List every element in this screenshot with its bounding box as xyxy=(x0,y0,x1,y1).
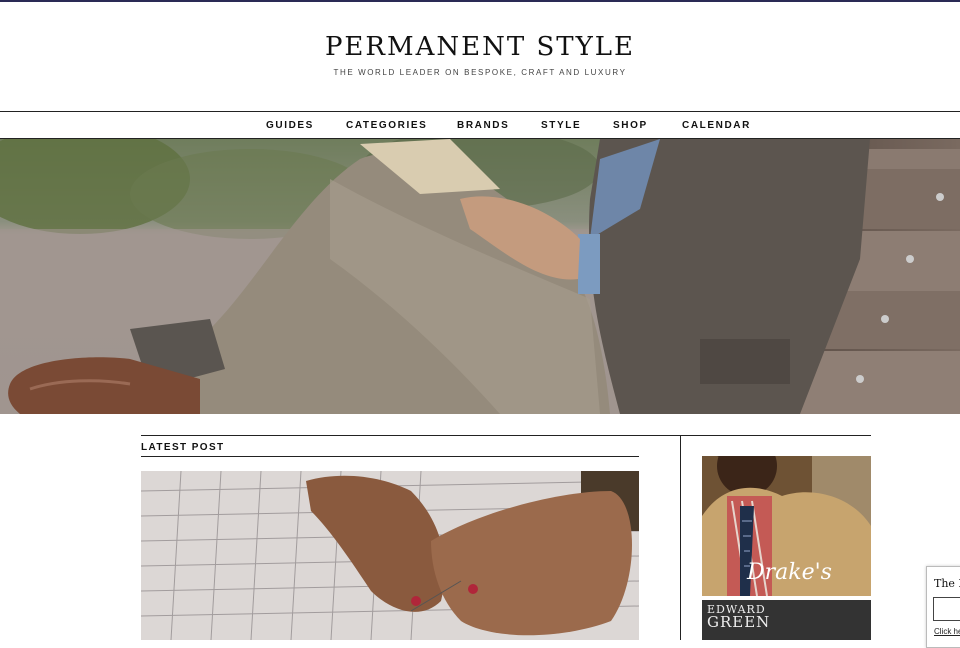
sidebar-ad-drakes[interactable]: Drake's xyxy=(702,456,871,596)
site-tagline: THE WORLD LEADER ON BESPOKE, CRAFT AND L… xyxy=(333,68,627,77)
edward-green-logo: EDWARD GREEN xyxy=(707,604,771,631)
latest-post-rule xyxy=(141,456,639,457)
main-nav: GUIDES CATEGORIES BRANDS STYLE SHOP CALE… xyxy=(0,111,960,139)
latest-post-image[interactable] xyxy=(141,471,639,640)
nav-item-categories[interactable]: CATEGORIES xyxy=(346,120,427,131)
nav-item-brands[interactable]: BRANDS xyxy=(457,120,509,131)
popup-link[interactable]: Click he xyxy=(934,627,960,636)
masthead: PERMANENT STYLE THE WORLD LEADER ON BESP… xyxy=(0,2,960,110)
drakes-logo: Drake's xyxy=(747,560,832,585)
content-top-rule xyxy=(141,435,871,436)
newsletter-popup: The P Click he xyxy=(926,566,960,648)
nav-item-guides[interactable]: GUIDES xyxy=(266,120,314,131)
nav-item-calendar[interactable]: CALENDAR xyxy=(682,120,751,131)
latest-post-heading: LATEST POST xyxy=(141,442,225,453)
nav-item-shop[interactable]: SHOP xyxy=(613,120,648,131)
site-title[interactable]: PERMANENT STYLE xyxy=(0,32,960,62)
sidebar-divider xyxy=(680,436,681,640)
nav-item-style[interactable]: STYLE xyxy=(541,120,581,131)
popup-text: The P xyxy=(934,577,960,590)
popup-email-input[interactable] xyxy=(933,597,960,621)
sidebar-ad-edward-green[interactable]: EDWARD GREEN xyxy=(702,600,871,640)
edward-green-line2: GREEN xyxy=(707,613,771,631)
hero-image[interactable] xyxy=(0,139,960,414)
